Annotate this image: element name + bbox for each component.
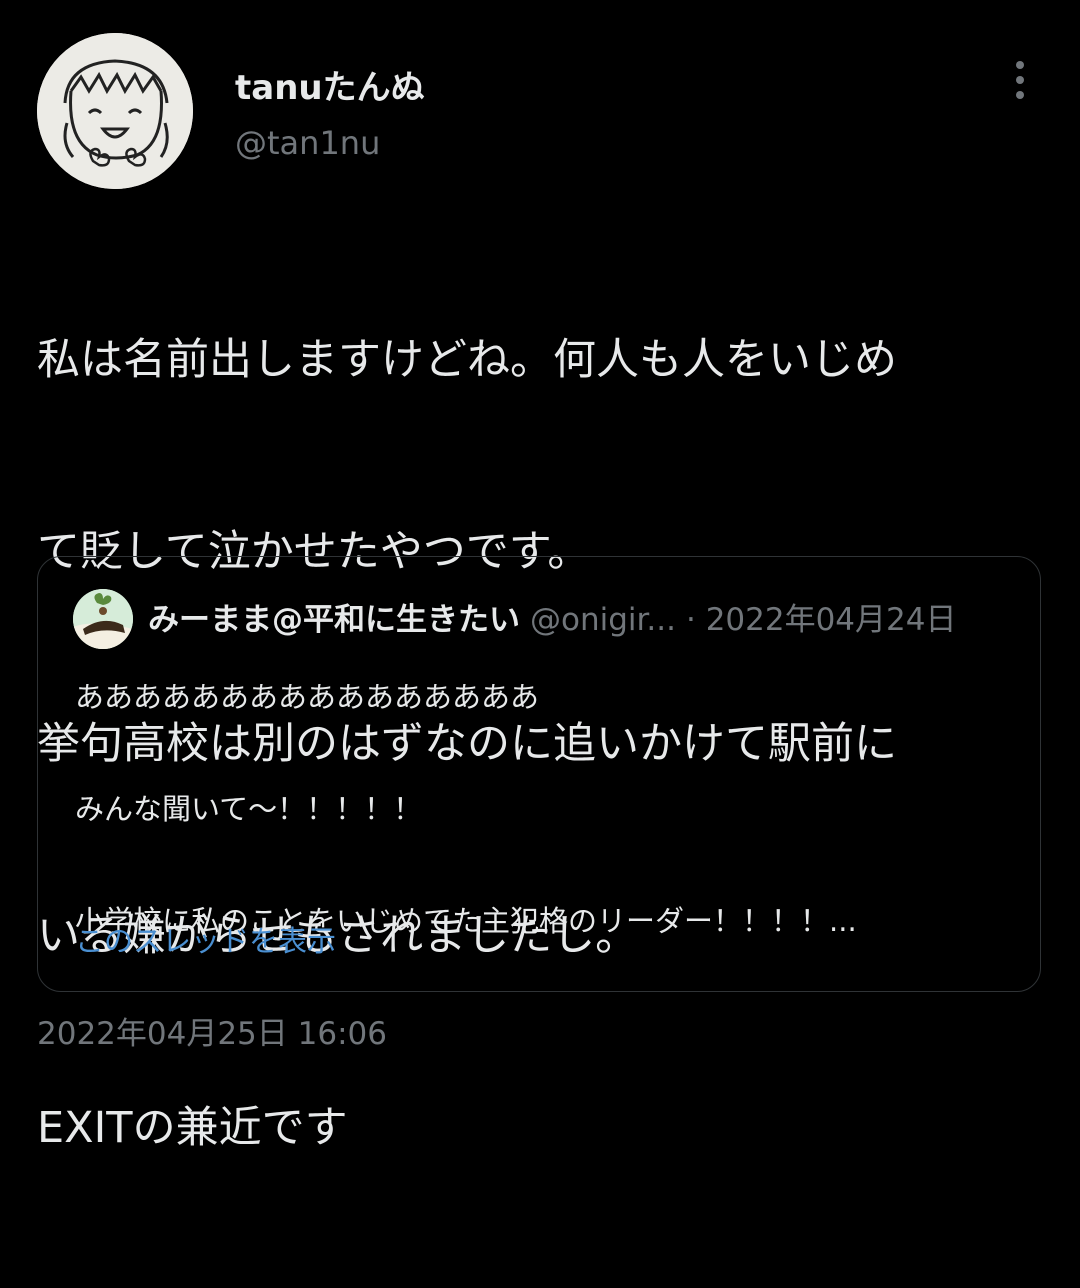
quoted-tweet-card[interactable]: みーまま@平和に生きたい @onigir... · 2022年04月24日 ああああ… [37, 556, 1041, 992]
tweet-timestamp[interactable]: 2022年04月25日 16:06 [37, 1010, 387, 1058]
quoted-tweet-body: ああああああああああああああああ みんな聞いて〜！！！！！ 小学校に私のことをい… [75, 669, 1015, 949]
quoted-tweet-line: みんな聞いて〜！！！！！ [75, 792, 423, 826]
quoted-tweet-blank-line [75, 837, 1015, 893]
tweet-text-line: 私は名前出しますけどね。何人も人をいじめ [37, 335, 897, 385]
quoted-tweet-blank-line [75, 725, 1015, 781]
quoted-tweet-header: みーまま@平和に生きたい @onigir... · 2022年04月24日 [148, 597, 1028, 643]
tweet-text-line: EXITの兼近です [37, 1103, 348, 1153]
more-options-icon [1016, 61, 1024, 99]
quoted-author-handle[interactable]: @onigir... [530, 602, 676, 638]
tweet: tanuたんぬ @tan1nu 私は名前出しますけどね。何人も人をいじめ て貶し… [0, 0, 1080, 1153]
quoted-tweet-line: ああああああああああああああああ [75, 680, 540, 714]
author-display-name[interactable]: tanuたんぬ [235, 64, 425, 112]
avatar-drawing-icon [37, 33, 193, 189]
quoted-author-avatar[interactable] [73, 589, 133, 649]
quoted-avatar-image-icon [73, 589, 133, 649]
quoted-tweet-date: · 2022年04月24日 [685, 602, 957, 638]
author-avatar[interactable] [37, 33, 193, 189]
show-thread-link[interactable]: このスレッドを表示 [75, 913, 336, 969]
author-handle[interactable]: @tan1nu [235, 120, 380, 166]
quoted-author-display-name[interactable]: みーまま@平和に生きたい [148, 602, 520, 638]
more-options-button[interactable] [996, 56, 1044, 104]
